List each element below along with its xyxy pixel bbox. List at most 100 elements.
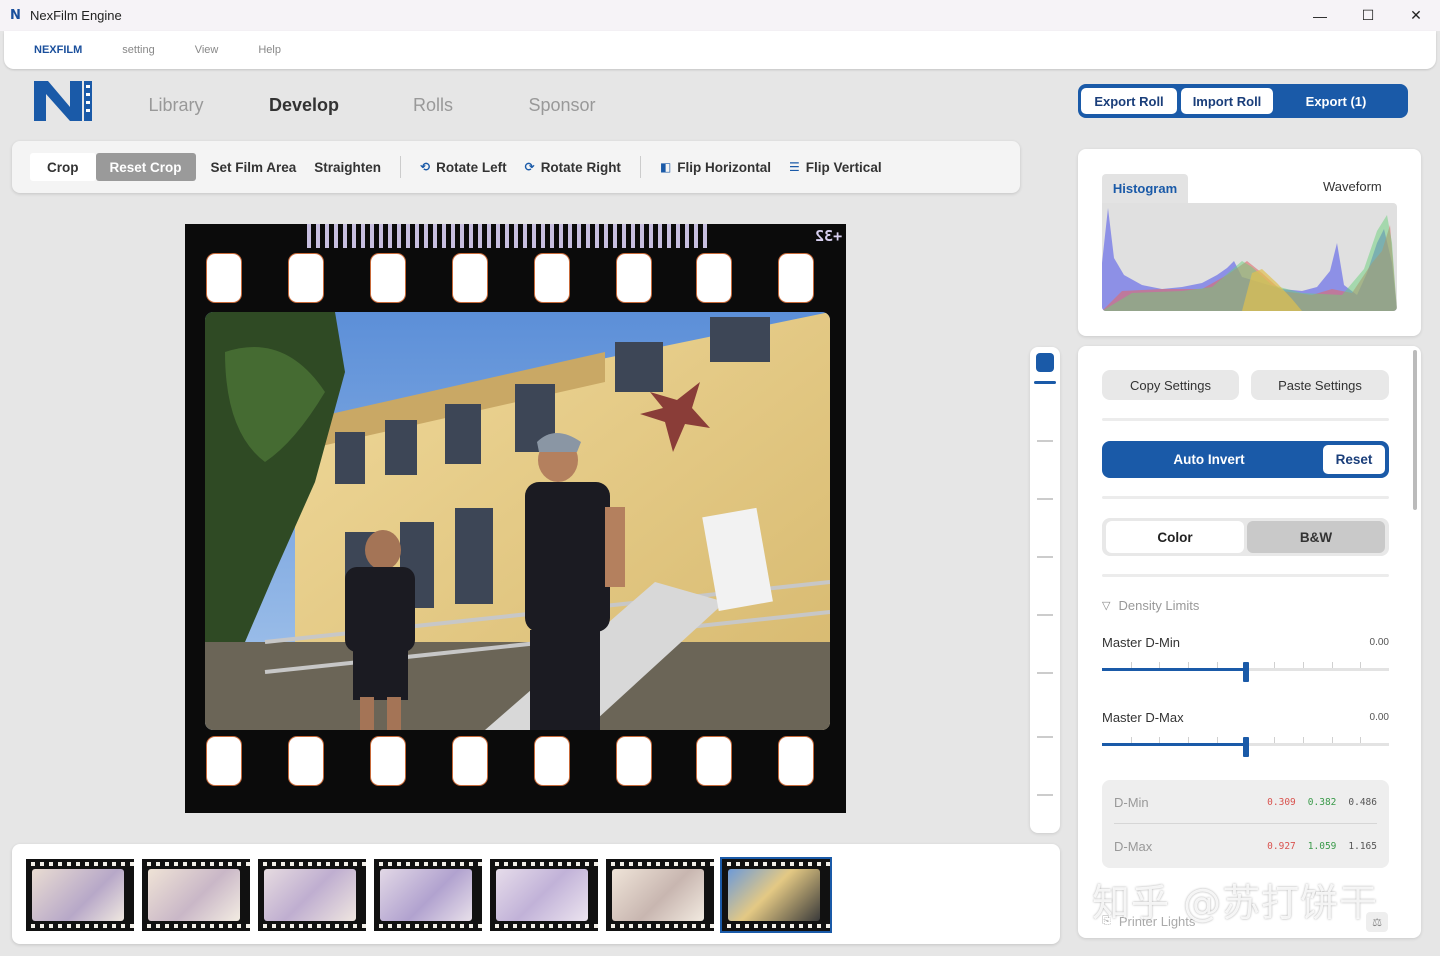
thumbnail-sprockets [490, 924, 598, 928]
thumbnail-sprockets [606, 924, 714, 928]
export-roll-button[interactable]: Export Roll [1081, 88, 1177, 114]
slider-handle[interactable] [1243, 662, 1249, 682]
window-title: NexFilm Engine [30, 8, 122, 23]
filmstrip-thumbnail[interactable] [258, 859, 366, 931]
straighten-button[interactable]: Straighten [305, 153, 390, 181]
master-dmin-slider[interactable] [1102, 662, 1389, 682]
tab-develop[interactable]: Develop [257, 78, 351, 132]
auto-invert-button[interactable]: Auto Invert [1102, 441, 1316, 478]
sprocket-hole [207, 254, 241, 302]
slider-tick [1360, 737, 1361, 743]
import-roll-button[interactable]: Import Roll [1181, 88, 1273, 114]
dmax-blue-value: 1.165 [1348, 840, 1377, 852]
filter-icon: ▽ [1102, 600, 1111, 612]
menu-setting[interactable]: setting [122, 44, 154, 56]
maximize-icon[interactable]: ☐ [1344, 0, 1392, 31]
reset-button[interactable]: Reset [1323, 445, 1385, 474]
export-button[interactable]: Export (1) [1277, 88, 1395, 114]
zoom-tick [1037, 672, 1053, 674]
tab-waveform[interactable]: Waveform [1323, 179, 1382, 194]
minimize-icon[interactable]: — [1296, 0, 1344, 31]
main-header: Library Develop Rolls Sponsor Export Rol… [0, 70, 1440, 132]
tab-histogram[interactable]: Histogram [1102, 174, 1188, 203]
filmstrip [12, 844, 1060, 944]
crop-button[interactable]: Crop [30, 153, 96, 181]
rotate-right-icon: ⟳ [524, 160, 535, 174]
thumbnail-sprockets [26, 862, 134, 866]
window-controls: — ☐ ✕ [1296, 0, 1440, 31]
thumbnail-sprockets [26, 924, 134, 928]
slider-handle[interactable] [1243, 737, 1249, 757]
flip-horizontal-label: Flip Horizontal [677, 159, 772, 175]
sprocket-hole [289, 254, 323, 302]
set-film-area-button[interactable]: Set Film Area [202, 153, 306, 181]
sprocket-hole [371, 737, 405, 785]
film-preview[interactable]: +32 [185, 224, 846, 813]
toolbar-divider [639, 156, 641, 178]
nexfilm-logo [34, 81, 92, 121]
histogram-graph [1102, 203, 1397, 311]
zoom-tick [1037, 498, 1053, 500]
menu-help[interactable]: Help [258, 44, 281, 56]
slider-fill [1102, 743, 1246, 746]
zoom-slider-indicator [1034, 381, 1056, 384]
paste-settings-button[interactable]: Paste Settings [1251, 370, 1389, 400]
master-dmax-label: Master D-Max [1102, 710, 1184, 725]
slider-tick [1303, 662, 1304, 668]
zoom-tick [1037, 794, 1053, 796]
watermark-text: 知乎 @苏打饼干 [1092, 881, 1379, 925]
flip-horizontal-icon: ◧ [659, 160, 672, 174]
rotate-left-button[interactable]: ⟲ Rotate Left [411, 153, 516, 181]
zoom-slider-handle[interactable] [1036, 353, 1054, 372]
filmstrip-thumbnail[interactable] [606, 859, 714, 931]
filmstrip-thumbnail[interactable] [490, 859, 598, 931]
sprocket-hole [453, 737, 487, 785]
film-edge-number: +32 [814, 227, 842, 245]
bw-mode-button[interactable]: B&W [1247, 521, 1385, 553]
tab-sponsor[interactable]: Sponsor [518, 78, 606, 132]
flip-vertical-button[interactable]: ☰ Flip Vertical [780, 153, 891, 181]
app-logo-icon: N [10, 7, 21, 23]
slider-tick [1303, 737, 1304, 743]
tab-rolls[interactable]: Rolls [400, 78, 466, 132]
filmstrip-thumbnail[interactable] [374, 859, 482, 931]
flip-horizontal-button[interactable]: ◧ Flip Horizontal [651, 153, 780, 181]
master-dmax-slider[interactable] [1102, 737, 1389, 757]
section-divider [1102, 496, 1389, 499]
rotate-right-button[interactable]: ⟳ Rotate Right [516, 153, 630, 181]
copy-settings-button[interactable]: Copy Settings [1102, 370, 1239, 400]
master-dmin-label: Master D-Min [1102, 635, 1181, 650]
rotate-right-label: Rotate Right [540, 159, 621, 175]
zoom-tick [1037, 440, 1053, 442]
color-mode-toggle: Color B&W [1102, 518, 1389, 556]
density-readout: D-Min 0.309 0.382 0.486 D-Max 0.927 1.05… [1102, 780, 1389, 868]
auto-invert-group: Auto Invert Reset [1102, 441, 1389, 478]
filmstrip-thumbnail[interactable] [26, 859, 134, 931]
thumbnail-image [380, 869, 472, 921]
zoom-slider[interactable] [1030, 347, 1060, 833]
close-icon[interactable]: ✕ [1392, 0, 1440, 31]
dmax-label: D-Max [1114, 838, 1153, 854]
zoom-tick [1037, 736, 1053, 738]
section-divider [1102, 418, 1389, 421]
dmin-label: D-Min [1114, 794, 1149, 810]
filmstrip-thumbnail[interactable] [142, 859, 250, 931]
panel-scrollbar[interactable] [1413, 350, 1417, 510]
dmax-green-value: 1.059 [1307, 840, 1337, 852]
reset-crop-button[interactable]: Reset Crop [95, 153, 196, 181]
density-limits-header[interactable]: ▽ Density Limits [1102, 598, 1199, 613]
color-mode-button[interactable]: Color [1106, 521, 1244, 553]
rotate-left-label: Rotate Left [436, 159, 507, 175]
dmin-green-value: 0.382 [1307, 796, 1337, 808]
filmstrip-thumbnail[interactable] [722, 859, 830, 931]
thumbnail-sprockets [722, 862, 830, 866]
thumbnail-sprockets [490, 862, 598, 866]
thumbnail-image [612, 869, 704, 921]
tab-library[interactable]: Library [134, 78, 218, 132]
thumbnail-sprockets [374, 862, 482, 866]
menu-nexfilm[interactable]: NEXFILM [34, 44, 82, 56]
thumbnail-sprockets [258, 862, 366, 866]
menu-view[interactable]: View [195, 44, 219, 56]
sprocket-hole [779, 737, 813, 785]
sprocket-hole [697, 254, 731, 302]
